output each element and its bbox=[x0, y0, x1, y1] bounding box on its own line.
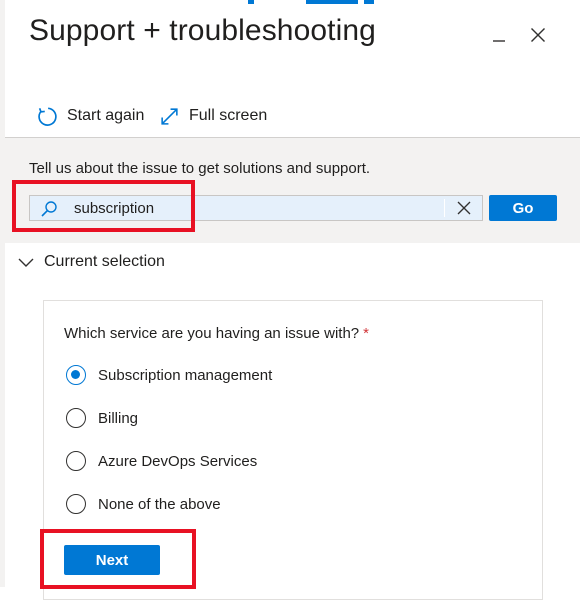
clear-search-button[interactable] bbox=[454, 198, 474, 218]
next-highlight-annotation bbox=[40, 529, 196, 589]
radio-button-selected[interactable] bbox=[66, 365, 86, 385]
radio-button[interactable] bbox=[66, 451, 86, 471]
close-button[interactable] bbox=[527, 24, 549, 46]
radio-option-label: Azure DevOps Services bbox=[98, 452, 258, 470]
radio-option-none-of-the-above[interactable]: None of the above bbox=[66, 494, 221, 514]
chevron-down-icon bbox=[18, 258, 34, 267]
service-question-text: Which service are you having an issue wi… bbox=[64, 325, 360, 342]
close-icon bbox=[531, 28, 545, 42]
start-again-button[interactable]: Start again bbox=[37, 104, 144, 128]
page-title: Support + troubleshooting bbox=[29, 14, 376, 47]
go-button[interactable]: Go bbox=[489, 195, 557, 221]
search-divider bbox=[444, 199, 445, 217]
required-marker: * bbox=[363, 325, 369, 342]
refresh-icon bbox=[38, 106, 57, 126]
expand-icon bbox=[161, 107, 178, 125]
minimize-icon bbox=[493, 40, 505, 42]
radio-option-billing[interactable]: Billing bbox=[66, 408, 138, 428]
radio-button[interactable] bbox=[66, 408, 86, 428]
search-highlight-annotation bbox=[12, 180, 195, 232]
blade-left-edge bbox=[0, 0, 5, 587]
top-accent-bar bbox=[248, 0, 254, 4]
clear-icon bbox=[457, 201, 471, 215]
top-accent-bar bbox=[364, 0, 374, 4]
radio-option-azure-devops[interactable]: Azure DevOps Services bbox=[66, 451, 257, 471]
radio-option-label: Billing bbox=[98, 409, 139, 427]
minimize-button[interactable] bbox=[488, 24, 510, 46]
issue-prompt: Tell us about the issue to get solutions… bbox=[29, 160, 371, 177]
current-selection-toggle[interactable]: Current selection bbox=[18, 253, 165, 271]
radio-option-label: Subscription management bbox=[98, 366, 273, 384]
start-again-label: Start again bbox=[67, 107, 145, 124]
radio-button[interactable] bbox=[66, 494, 86, 514]
service-question: Which service are you having an issue wi… bbox=[64, 325, 369, 342]
full-screen-button[interactable]: Full screen bbox=[159, 104, 267, 128]
current-selection-label: Current selection bbox=[44, 253, 165, 270]
top-accent-bar bbox=[306, 0, 358, 4]
full-screen-label: Full screen bbox=[189, 107, 268, 124]
radio-option-label: None of the above bbox=[98, 495, 221, 513]
radio-option-subscription-management[interactable]: Subscription management bbox=[66, 365, 272, 385]
